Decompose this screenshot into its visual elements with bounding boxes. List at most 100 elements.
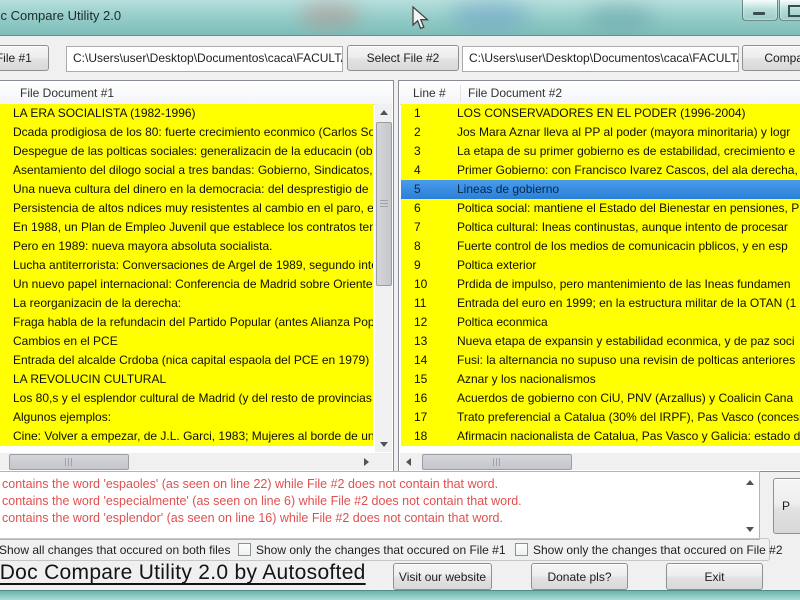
filter-both-label[interactable]: Show all changes that occured on both fi… xyxy=(0,543,230,557)
scroll-thumb[interactable] xyxy=(9,454,129,470)
file1-line[interactable]: Cambios en el PCE xyxy=(0,332,373,351)
file1-line[interactable]: Los 80,s y el esplendor cultural de Madr… xyxy=(0,389,373,408)
maximize-button[interactable] xyxy=(779,0,800,21)
select-file1-button[interactable]: Select File #1 xyxy=(0,45,49,71)
file1-line[interactable]: Persistencia de altos ndices muy resiste… xyxy=(0,199,373,218)
donate-label: Donate pls? xyxy=(547,569,612,584)
file1-line[interactable]: Pero en 1989: nueva mayora absoluta soci… xyxy=(0,237,373,256)
file2-line[interactable]: 16 Acuerdos de gobierno con CiU, PNV (Arz… xyxy=(401,389,800,408)
line-text: Afirmacin nacionalista de Catalua, Pas V… xyxy=(457,429,800,443)
file2-line[interactable]: 18 Afirmacin nacionalista de Catalua, Pas… xyxy=(401,427,800,446)
exit-button[interactable]: Exit xyxy=(666,563,763,590)
file2-line[interactable]: 5 Lineas de gobierno xyxy=(401,180,800,199)
line-text: Acuerdos de gobierno con CiU, PNV (Arzal… xyxy=(457,391,794,405)
filter-file1-label[interactable]: Show only the changes that occured on Fi… xyxy=(256,543,506,557)
scroll-up-icon[interactable] xyxy=(375,104,392,120)
mouse-cursor-icon xyxy=(412,6,430,30)
file1-line[interactable]: Una nueva cultura del dinero en la democ… xyxy=(0,180,373,199)
file1-line[interactable]: Fraga habla de la refundacin del Partido… xyxy=(0,313,373,332)
file2-line[interactable]: 8 Fuerte control de los medios de comunic… xyxy=(401,237,800,256)
file2-path-input[interactable]: C:\Users\user\Desktop\Documentos\caca\FA… xyxy=(462,46,739,72)
file2-line[interactable]: 4 Primer Gobierno: con Francisco Ivarez C… xyxy=(401,161,800,180)
file1-line[interactable]: La reorganizacin de la derecha: xyxy=(0,294,373,313)
line-number: 6 xyxy=(414,201,421,215)
file2-line[interactable]: 10 Prdida de impulso, pero mantenimiento … xyxy=(401,275,800,294)
visit-website-button[interactable]: Visit our website xyxy=(393,563,492,590)
line-text: Trato preferencial a Catalua (30% del IR… xyxy=(457,410,800,424)
file1-line[interactable]: Algunos ejemplos: xyxy=(0,408,373,427)
column-divider xyxy=(460,85,461,102)
file1-line[interactable]: LA REVOLUCIN CULTURAL xyxy=(0,370,373,389)
filter-file2-label[interactable]: Show only the changes that occured on Fi… xyxy=(533,543,783,557)
filter-file1-checkbox[interactable] xyxy=(238,543,251,556)
file1-line[interactable]: Lucha antiterrorista: Conversaciones de … xyxy=(0,256,373,275)
file2-line[interactable]: 12 Poltica econmica xyxy=(401,313,800,332)
line-text: Primer Gobierno: con Francisco Ivarez Ca… xyxy=(457,163,798,177)
file2-line[interactable]: 6 Poltica social: mantiene el Estado del … xyxy=(401,199,800,218)
scroll-up-icon[interactable] xyxy=(742,475,758,489)
select-file2-label: Select File #2 xyxy=(366,51,440,65)
file2-header-label: File Document #2 xyxy=(468,86,563,100)
titlebar-glass-blur xyxy=(300,2,360,28)
line-number: 4 xyxy=(414,163,421,177)
compare-button[interactable]: Compare xyxy=(742,45,800,71)
file1-line[interactable]: Entrada del alcalde Crdoba (nica capital… xyxy=(0,351,373,370)
results-scrollbar[interactable] xyxy=(742,473,758,538)
line-number: 11 xyxy=(414,296,427,310)
file1-line[interactable]: Despegue de las polticas sociales: gener… xyxy=(0,142,373,161)
line-text: Jos Mara Aznar lleva al PP al poder (may… xyxy=(457,125,791,139)
filter-groupbox: Show all changes that occured on both fi… xyxy=(0,538,783,561)
minimize-button[interactable] xyxy=(742,0,778,21)
file2-line[interactable]: 15 Aznar y los nacionalismos xyxy=(401,370,800,389)
file1-column-header[interactable]: File Document #1 xyxy=(0,82,392,105)
line-number: 7 xyxy=(414,220,421,234)
line-text: Nueva etapa de expansin y estabilidad ec… xyxy=(457,334,795,348)
file2-panel: Line # File Document #2 1 LOS CONSERVADOR… xyxy=(398,80,800,472)
file2-horizontal-scrollbar[interactable] xyxy=(400,453,800,470)
scroll-down-icon[interactable] xyxy=(375,436,392,452)
scroll-left-icon[interactable] xyxy=(400,453,416,470)
line-text: Entrada del euro en 1999; en la estructu… xyxy=(457,296,797,310)
file2-column-headers[interactable]: Line # File Document #2 xyxy=(400,82,800,105)
file1-line[interactable]: Dcada prodigiosa de los 80: fuerte creci… xyxy=(0,123,373,142)
file1-line[interactable]: Cine: Volver a empezar, de J.L. Garci, 1… xyxy=(0,427,373,446)
filter-file2-checkbox[interactable] xyxy=(515,543,528,556)
titlebar[interactable]: TextDoc Compare Utility 2.0 xyxy=(0,0,800,36)
file1-line[interactable]: Asentamiento del dilogo social a tres ba… xyxy=(0,161,373,180)
scroll-thumb[interactable] xyxy=(376,122,392,286)
line-text: Poltica econmica xyxy=(457,315,548,329)
file1-line[interactable]: Un nuevo papel internacional: Conferenci… xyxy=(0,275,373,294)
line-number: 10 xyxy=(414,277,428,291)
app-brand-title: TextDoc Compare Utility 2.0 by Autosofte… xyxy=(0,561,366,584)
file2-line[interactable]: 14 Fusi: la alternancia no supuso una rev… xyxy=(401,351,800,370)
line-text: Prdida de impulso, pero mantenimiento de… xyxy=(457,277,791,291)
file1-vertical-scrollbar[interactable] xyxy=(375,104,392,452)
file2-line[interactable]: 13 Nueva etapa de expansin y estabilidad … xyxy=(401,332,800,351)
file1-horizontal-scrollbar[interactable] xyxy=(0,453,374,470)
file1-line[interactable]: En 1988, un Plan de Empleo Juvenil que e… xyxy=(0,218,373,237)
file2-line[interactable]: 1 LOS CONSERVADORES EN EL PODER (1996-200… xyxy=(401,104,800,123)
file2-line[interactable]: 11 Entrada del euro en 1999; en la estruc… xyxy=(401,294,800,313)
results-box[interactable]: contains the word 'espaoles' (as seen on… xyxy=(0,471,760,540)
results-side-button[interactable]: P xyxy=(773,478,800,534)
scroll-right-icon[interactable] xyxy=(358,453,374,470)
file1-line[interactable]: LA ERA SOCIALISTA (1982-1996) xyxy=(0,104,373,123)
visit-website-label: Visit our website xyxy=(398,569,487,584)
file2-line[interactable]: 17 Trato preferencial a Catalua (30% del … xyxy=(401,408,800,427)
scroll-down-icon[interactable] xyxy=(742,522,758,536)
line-number: 8 xyxy=(414,239,421,253)
file2-line[interactable]: 9 Poltica exterior xyxy=(401,256,800,275)
scroll-thumb[interactable] xyxy=(422,454,572,470)
line-text: Aznar y los nacionalismos xyxy=(457,372,596,386)
file2-line[interactable]: 3 La etapa de su primer gobierno es de es… xyxy=(401,142,800,161)
donate-button[interactable]: Donate pls? xyxy=(531,563,628,590)
file1-path-input[interactable]: C:\Users\user\Desktop\Documentos\caca\FA… xyxy=(66,46,343,72)
file2-line[interactable]: 2 Jos Mara Aznar lleva al PP al poder (ma… xyxy=(401,123,800,142)
file2-line[interactable]: 7 Poltica cultural: Ineas continustas, au… xyxy=(401,218,800,237)
line-number: 16 xyxy=(414,391,428,405)
select-file2-button[interactable]: Select File #2 xyxy=(347,45,459,71)
line-number: 2 xyxy=(414,125,421,139)
compare-label: Compare xyxy=(764,51,800,65)
exit-label: Exit xyxy=(704,569,725,584)
titlebar-glass-blur xyxy=(585,4,655,30)
